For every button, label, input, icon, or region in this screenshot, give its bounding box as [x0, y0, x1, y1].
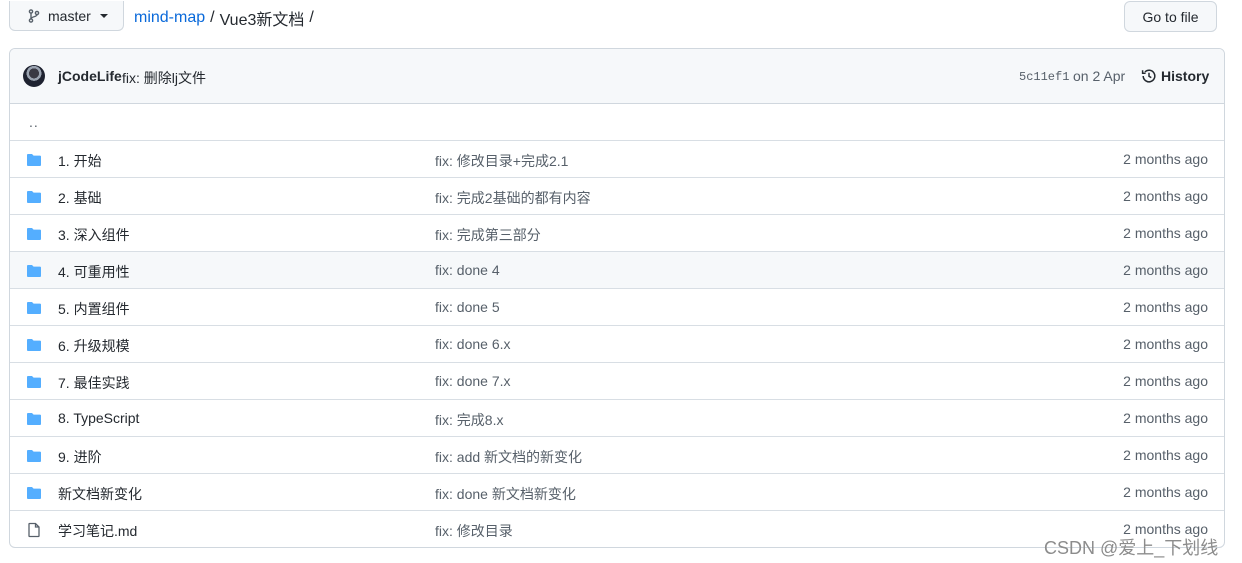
file-commit-age: 2 months ago — [1123, 225, 1208, 241]
file-name-link[interactable]: 6. 升级规模 — [58, 336, 130, 356]
file-row[interactable]: 1. 开始 fix: 修改目录+完成2.1 2 months ago — [10, 141, 1224, 178]
file-row[interactable]: 3. 深入组件 fix: 完成第三部分 2 months ago — [10, 215, 1224, 252]
file-commit-message-link[interactable]: fix: 完成8.x — [435, 410, 503, 430]
folder-icon — [26, 300, 42, 316]
file-name-link[interactable]: 新文档新变化 — [58, 484, 142, 504]
git-branch-icon — [26, 8, 42, 24]
file-name-link[interactable]: 1. 开始 — [58, 151, 102, 171]
file-commit-message-link[interactable]: fix: done 4 — [435, 262, 500, 278]
file-row[interactable]: 新文档新变化 fix: done 新文档新变化 2 months ago — [10, 474, 1224, 511]
file-commit-age: 2 months ago — [1123, 447, 1208, 463]
folder-icon — [26, 485, 42, 501]
file-commit-age: 2 months ago — [1123, 484, 1208, 500]
file-commit-message-link[interactable]: fix: 修改目录 — [435, 521, 513, 541]
commit-sha-link[interactable]: 5c11ef1 — [1019, 70, 1069, 84]
file-row[interactable]: 9. 进阶 fix: add 新文档的新变化 2 months ago — [10, 437, 1224, 474]
file-commit-message-link[interactable]: fix: add 新文档的新变化 — [435, 447, 582, 467]
folder-icon — [26, 189, 42, 205]
file-list: 1. 开始 fix: 修改目录+完成2.1 2 months ago 2. 基础 fix… — [10, 141, 1224, 547]
file-commit-age: 2 months ago — [1123, 151, 1208, 167]
commit-date: on 2 Apr — [1073, 68, 1126, 84]
file-row[interactable]: 8. TypeScript fix: 完成8.x 2 months ago — [10, 400, 1224, 437]
parent-directory-link[interactable]: .. — [10, 104, 1224, 141]
breadcrumb: mind-map / Vue3新文档 / — [134, 6, 319, 30]
folder-icon — [26, 448, 42, 464]
file-commit-message-link[interactable]: fix: 完成第三部分 — [435, 225, 541, 245]
folder-icon — [26, 263, 42, 279]
folder-icon — [26, 374, 42, 390]
file-row[interactable]: 学习笔记.md fix: 修改目录 2 months ago — [10, 511, 1224, 547]
file-name-link[interactable]: 8. TypeScript — [58, 410, 139, 426]
breadcrumb-repo-link[interactable]: mind-map — [134, 9, 205, 27]
branch-name: master — [48, 7, 91, 24]
chevron-down-icon — [99, 13, 108, 18]
file-commit-age: 2 months ago — [1123, 299, 1208, 315]
go-to-file-button[interactable]: Go to file — [1124, 1, 1217, 32]
file-row[interactable]: 7. 最佳实践 fix: done 7.x 2 months ago — [10, 363, 1224, 400]
file-commit-message-link[interactable]: fix: done 6.x — [435, 336, 511, 352]
file-commit-message-link[interactable]: fix: done 5 — [435, 299, 500, 315]
history-link[interactable]: History — [1141, 68, 1209, 84]
branch-selector-button[interactable]: master — [9, 1, 124, 31]
file-row[interactable]: 6. 升级规模 fix: done 6.x 2 months ago — [10, 326, 1224, 363]
file-name-link[interactable]: 2. 基础 — [58, 188, 102, 208]
file-name-link[interactable]: 9. 进阶 — [58, 447, 102, 467]
file-name-link[interactable]: 4. 可重用性 — [58, 262, 130, 282]
breadcrumb-current-dir: Vue3新文档 — [219, 12, 305, 29]
file-commit-message-link[interactable]: fix: 完成2基础的都有内容 — [435, 188, 591, 208]
top-bar: master mind-map / Vue3新文档 / Go to file — [0, 0, 1242, 40]
file-commit-message-link[interactable]: fix: done 7.x — [435, 373, 511, 389]
file-commit-age: 2 months ago — [1123, 373, 1208, 389]
folder-icon — [26, 152, 42, 168]
commit-author-link[interactable]: jCodeLife — [58, 68, 122, 84]
file-commit-age: 2 months ago — [1123, 410, 1208, 426]
history-label: History — [1161, 68, 1210, 84]
file-commit-message-link[interactable]: fix: done 新文档新变化 — [435, 484, 576, 504]
file-icon — [26, 522, 42, 538]
folder-icon — [26, 226, 42, 242]
file-commit-message-link[interactable]: fix: 修改目录+完成2.1 — [435, 151, 568, 171]
breadcrumb-trailing-separator: / — [309, 9, 314, 26]
latest-commit-bar: jCodeLife fix: 删除lj文件 5c11ef1 on 2 Apr H… — [10, 49, 1224, 104]
file-name-link[interactable]: 学习笔记.md — [58, 521, 137, 541]
watermark: CSDN @爱上_下划线 — [1044, 538, 1219, 558]
file-row[interactable]: 2. 基础 fix: 完成2基础的都有内容 2 months ago — [10, 178, 1224, 215]
commit-message-link[interactable]: fix: 删除lj文件 — [122, 68, 206, 88]
author-avatar[interactable] — [23, 65, 45, 87]
file-name-link[interactable]: 5. 内置组件 — [58, 299, 130, 319]
file-commit-age: 2 months ago — [1123, 262, 1208, 278]
history-clock-icon — [1141, 68, 1157, 84]
file-name-link[interactable]: 3. 深入组件 — [58, 225, 130, 245]
breadcrumb-separator: / — [210, 9, 215, 26]
file-browser-panel: jCodeLife fix: 删除lj文件 5c11ef1 on 2 Apr H… — [9, 48, 1225, 548]
file-row[interactable]: 5. 内置组件 fix: done 5 2 months ago — [10, 289, 1224, 326]
file-row[interactable]: 4. 可重用性 fix: done 4 2 months ago — [10, 252, 1224, 289]
file-name-link[interactable]: 7. 最佳实践 — [58, 373, 130, 393]
folder-icon — [26, 337, 42, 353]
file-commit-age: 2 months ago — [1123, 188, 1208, 204]
folder-icon — [26, 411, 42, 427]
file-commit-age: 2 months ago — [1123, 336, 1208, 352]
